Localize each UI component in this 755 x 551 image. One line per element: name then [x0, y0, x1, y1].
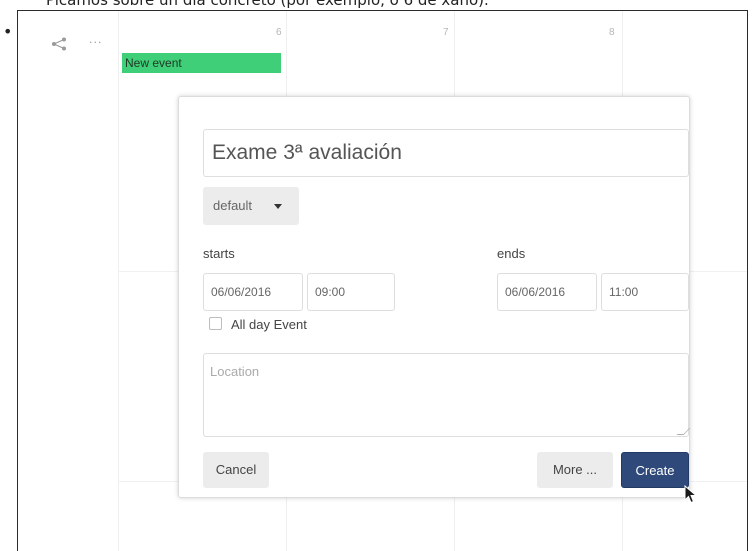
ends-label: ends [497, 246, 526, 261]
day-number: 7 [443, 27, 449, 38]
calendar-grid-line [118, 11, 119, 551]
location-textarea[interactable] [203, 353, 689, 437]
cancel-button[interactable]: Cancel [203, 452, 269, 488]
more-options-button[interactable]: More ... [537, 452, 613, 488]
new-event-block[interactable]: New event [122, 53, 281, 73]
end-time-input[interactable] [601, 273, 689, 311]
screenshot-frame: ··· 6 7 8 New event default starts ends … [17, 10, 748, 551]
list-bullet: • [3, 22, 13, 41]
starts-label: starts [203, 246, 235, 261]
start-time-input[interactable] [307, 273, 395, 311]
day-number: 8 [609, 27, 615, 38]
calendar-select-label: default [213, 198, 253, 213]
end-date-input[interactable] [497, 273, 597, 311]
share-icon[interactable] [51, 37, 67, 51]
instruction-caption: Picamos sobre un día concreto (por exemp… [46, 0, 489, 9]
caret-down-icon [274, 204, 282, 209]
all-day-label: All day Event [231, 317, 307, 332]
day-number: 6 [276, 27, 282, 38]
all-day-checkbox[interactable] [209, 317, 222, 330]
mouse-cursor-icon [684, 485, 698, 504]
start-date-input[interactable] [203, 273, 303, 311]
create-button[interactable]: Create [621, 452, 689, 488]
more-horizontal-icon[interactable]: ··· [89, 36, 103, 49]
event-title-input[interactable] [203, 129, 689, 177]
calendar-select-dropdown[interactable]: default [203, 187, 299, 225]
new-event-popover: default starts ends All day Event Cancel… [178, 96, 691, 498]
